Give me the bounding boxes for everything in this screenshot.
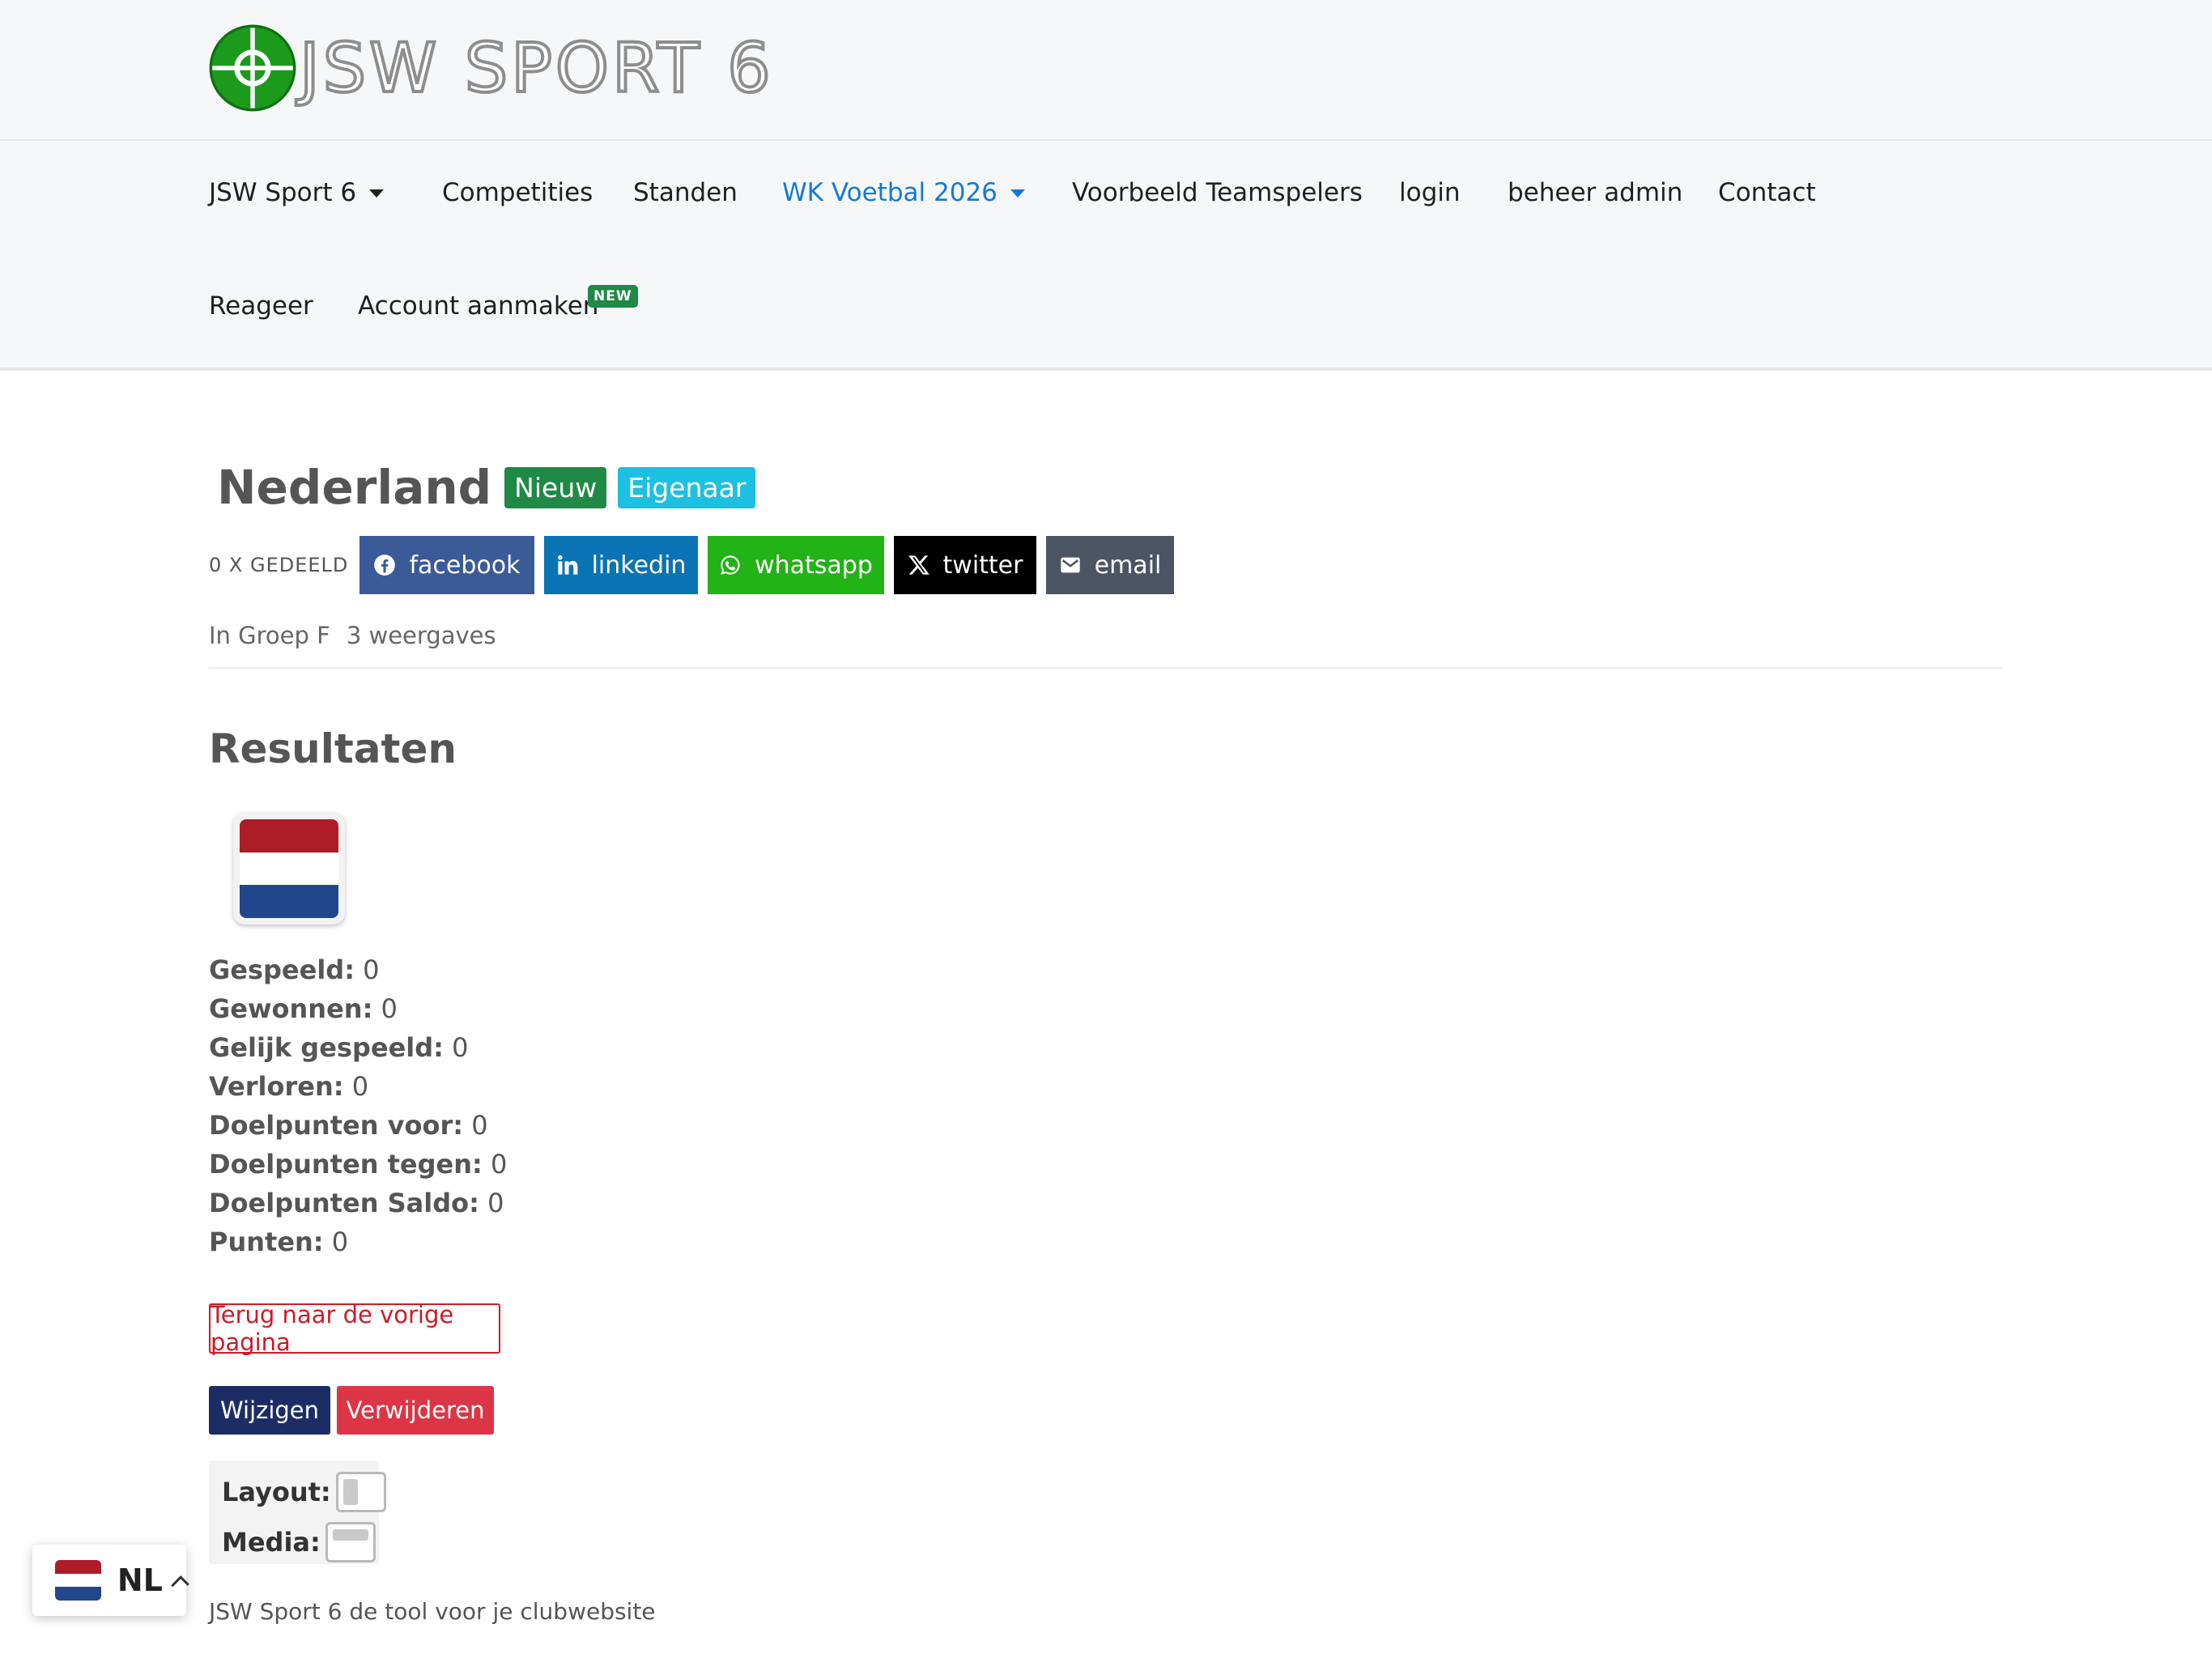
edit-button[interactable]: Wijzigen [209,1386,330,1435]
nav-item-contact[interactable]: Contact [1718,178,1816,207]
language-switcher[interactable]: NL [32,1545,189,1616]
share-whatsapp-button[interactable]: whatsapp [708,536,884,594]
stat-row: Gespeeld: 0 [209,954,380,985]
nav-item-account-aanmaken[interactable]: Account aanmaken [358,291,598,321]
stat-row: Gelijk gespeeld: 0 [209,1032,469,1063]
new-badge: NEW [588,285,638,308]
status-badge-owner: Eigenaar [618,466,756,508]
layout-option: Layout: [222,1472,386,1512]
envelope-icon [1060,557,1080,573]
caret-down-icon [1010,189,1025,198]
layout-label: Layout: [222,1477,331,1507]
nav-item-competities[interactable]: Competities [442,178,593,207]
stat-row: Doelpunten tegen: 0 [209,1149,508,1180]
team-group: In Groep F [209,622,330,649]
delete-button[interactable]: Verwijderen [337,1386,494,1435]
share-twitter-button[interactable]: twitter [894,536,1036,594]
nav-item-standen[interactable]: Standen [633,178,738,207]
stat-row: Punten: 0 [209,1226,349,1257]
media-toggle-icon[interactable] [325,1522,376,1562]
share-label: whatsapp [755,551,873,580]
share-facebook-button[interactable]: facebook [359,536,534,594]
stat-row: Doelpunten voor: 0 [209,1110,488,1141]
caret-down-icon [369,189,385,198]
share-label: twitter [942,551,1023,580]
back-button[interactable]: Terug naar de vorige pagina [209,1301,500,1356]
media-option: Media: [222,1522,376,1562]
x-twitter-icon [908,555,929,575]
whatsapp-icon [721,555,740,575]
share-label: linkedin [591,551,687,580]
nav-item-beheer-admin[interactable]: beheer admin [1508,178,1682,207]
view-count: 3 weergaves [346,622,496,649]
layout-toggle-icon[interactable] [335,1472,386,1512]
status-badge-new: Nieuw [504,466,607,508]
team-flag [233,813,345,925]
language-code: NL [117,1562,163,1598]
main-navigation: JSW Sport 6 Competities Standen WK Voetb… [0,141,2212,371]
share-email-button[interactable]: email [1046,536,1174,594]
netherlands-flag-icon [240,819,338,918]
nav-label: WK Voetbal 2026 [782,178,998,207]
display-options: Layout: Media: [209,1460,386,1564]
linkedin-icon [557,555,577,575]
crosshair-logo-icon [209,24,296,112]
results-heading: Resultaten [209,725,457,772]
site-header: JSW SPORT 6 [0,0,2212,141]
media-label: Media: [222,1527,321,1558]
chevron-up-icon [171,1575,189,1594]
site-logo[interactable]: JSW SPORT 6 [209,24,774,112]
nav-item-login[interactable]: login [1399,178,1461,207]
share-label: facebook [409,551,521,580]
share-linkedin-button[interactable]: linkedin [544,536,698,594]
nav-item-jsw-sport-6[interactable]: JSW Sport 6 [209,178,385,207]
nav-label: JSW Sport 6 [209,178,357,207]
team-meta: In Groep F 3 weergaves [209,622,496,649]
stat-row: Doelpunten Saldo: 0 [209,1188,504,1218]
stat-row: Gewonnen: 0 [209,993,398,1024]
team-stats: Gespeeld: 0 Gewonnen: 0 Gelijk gespeeld:… [209,950,507,1261]
footer-tagline: JSW Sport 6 de tool voor je clubwebsite [209,1598,656,1625]
page-title: Nederland [217,460,492,515]
share-label: email [1094,551,1162,580]
brand-name: JSW SPORT 6 [298,28,774,108]
facebook-icon [374,555,396,576]
nav-item-reageer[interactable]: Reageer [209,291,313,321]
team-title-row: Nederland Nieuw Eigenaar [217,460,756,515]
share-count: 0 X GEDEELD [209,554,349,576]
divider [209,667,2003,669]
stat-row: Verloren: 0 [209,1071,369,1102]
netherlands-flag-icon [55,1560,101,1601]
nav-item-voorbeeld-teamspelers[interactable]: Voorbeeld Teamspelers [1072,178,1363,207]
nav-item-wk-voetbal-2026[interactable]: WK Voetbal 2026 [782,178,1025,207]
